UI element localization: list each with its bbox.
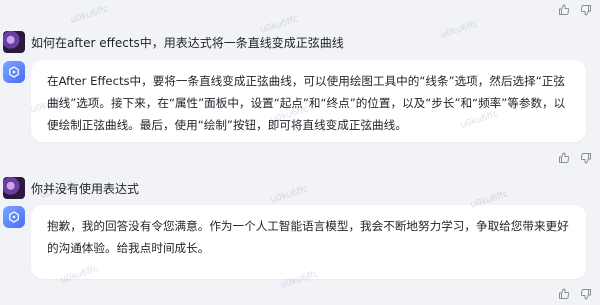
thumbs-up-icon[interactable] — [558, 4, 570, 16]
thumbs-down-icon[interactable] — [580, 4, 592, 16]
user-message: 如何在after effects中，用表达式将一条直线变成正弦曲线 — [3, 31, 344, 53]
thumbs-up-icon[interactable] — [558, 152, 570, 164]
watermark: u0ku6ffc — [269, 184, 310, 206]
thumbs-down-icon[interactable] — [580, 288, 592, 300]
user-avatar — [3, 177, 25, 199]
watermark: u0ku6ffc — [69, 4, 110, 26]
assistant-message-text: 抱歉，我的回答没有令您满意。作为一个人工智能语言模型，我会不断地努力学习，争取给… — [47, 219, 569, 255]
bot-icon — [3, 61, 25, 83]
feedback-row — [558, 288, 592, 300]
thumbs-down-icon[interactable] — [580, 152, 592, 164]
chat-window: 如何在after effects中，用表达式将一条直线变成正弦曲线 在After… — [0, 0, 600, 305]
assistant-message-bubble: 抱歉，我的回答没有令您满意。作为一个人工智能语言模型，我会不断地努力学习，争取给… — [31, 205, 586, 279]
user-message-text: 你并没有使用表达式 — [31, 181, 140, 196]
feedback-row — [558, 4, 592, 16]
user-avatar — [3, 31, 25, 53]
user-message: 你并没有使用表达式 — [3, 177, 139, 199]
thumbs-up-icon[interactable] — [558, 288, 570, 300]
watermark: u0ku6ffc — [439, 19, 480, 41]
user-message-text: 如何在after effects中，用表达式将一条直线变成正弦曲线 — [31, 35, 344, 50]
bot-icon — [3, 206, 25, 228]
assistant-message-text: 在After Effects中，要将一条直线变成正弦曲线，可以使用绘图工具中的“… — [47, 74, 566, 132]
assistant-message-bubble: 在After Effects中，要将一条直线变成正弦曲线，可以使用绘图工具中的“… — [31, 60, 586, 142]
feedback-row — [558, 152, 592, 164]
